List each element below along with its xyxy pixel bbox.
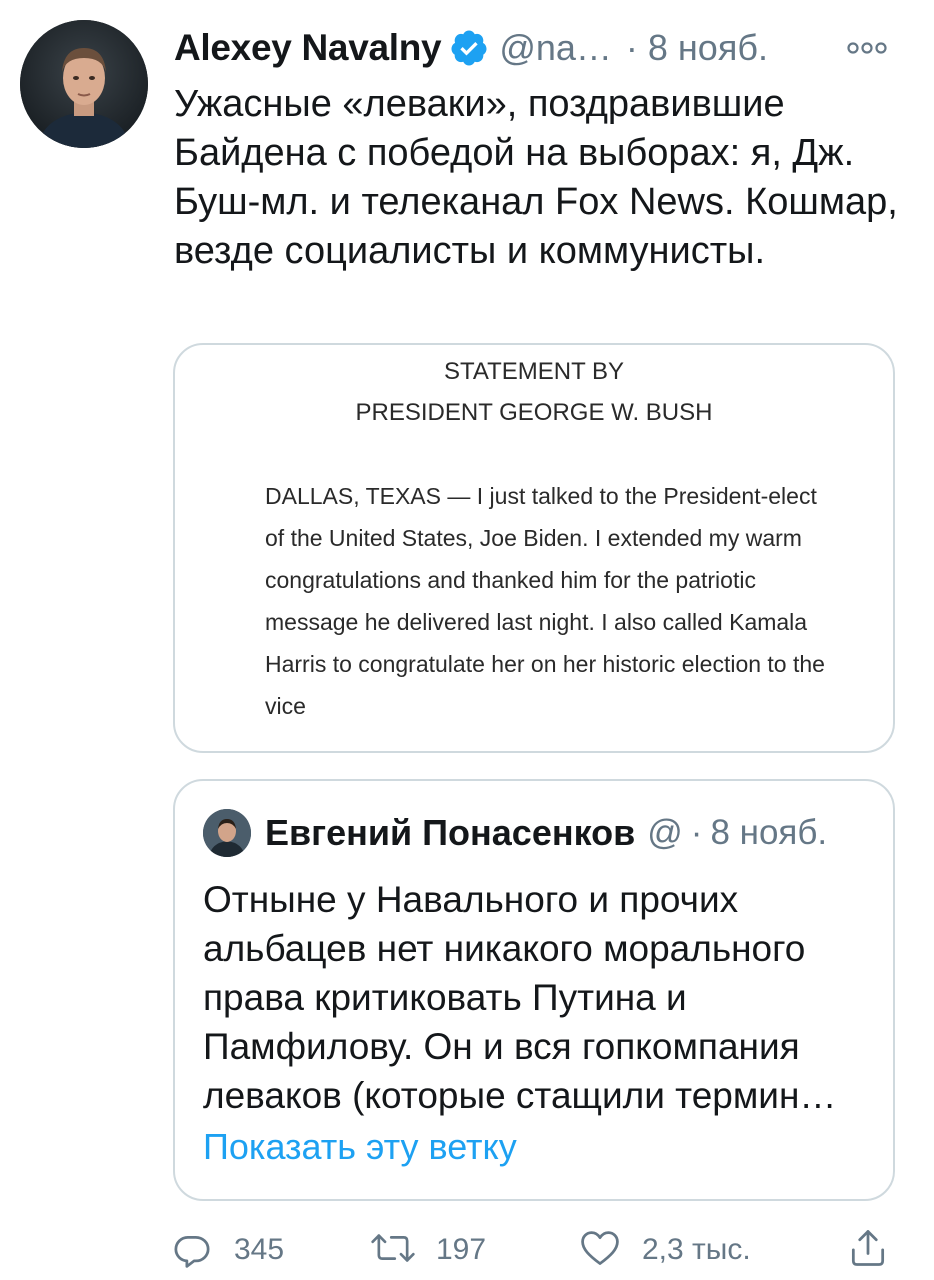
tweet-header: Alexey Navalny @na… · 8 нояб. [174,20,914,76]
tweet-text: Ужасные «леваки», поздравившие Байдена с… [174,83,898,272]
verified-badge-icon [449,28,489,68]
quote-avatar-image [203,809,251,857]
quote-date[interactable]: 8 нояб. [710,813,827,853]
heart-icon [578,1226,622,1275]
reply-icon [170,1226,214,1275]
quote-author-avatar[interactable] [203,809,251,857]
tweet-actions: 345 197 2,3 тыс. [170,1222,910,1278]
statement-title-line-2: PRESIDENT GEORGE W. BUSH [355,399,713,426]
show-thread-link[interactable]: Показать эту ветку [203,1126,517,1168]
author-name[interactable]: Alexey Navalny [174,27,442,69]
author-handle[interactable]: @na… [499,27,612,69]
author-avatar[interactable] [20,20,148,148]
share-button[interactable] [846,1222,890,1278]
tweet-date[interactable]: 8 нояб. [648,27,768,69]
quoted-tweet[interactable]: Евгений Понасенков @ · 8 нояб. Отныне у … [173,779,895,1201]
retweet-button[interactable]: 197 [370,1222,486,1278]
quote-text: Отныне у Навального и прочих альбацев не… [203,879,837,1116]
quote-author-handle[interactable]: @ [647,813,683,853]
attached-image[interactable]: STATEMENT BY PRESIDENT GEORGE W. BUSH DA… [173,343,895,753]
reply-count: 345 [234,1233,285,1266]
statement-title-line-1: STATEMENT BY [443,358,625,385]
avatar-image [20,20,148,148]
retweet-count: 197 [436,1233,487,1266]
quote-author-name[interactable]: Евгений Понасенков [265,812,635,854]
statement-title: STATEMENT BY PRESIDENT GEORGE W. BUSH [175,351,893,433]
more-options-icon[interactable] [842,33,892,63]
statement-body: DALLAS, TEXAS — I just talked to the Pre… [265,483,825,719]
quote-header: Евгений Понасенков @ · 8 нояб. [265,805,873,861]
share-icon [846,1226,890,1275]
reply-button[interactable]: 345 [170,1222,284,1278]
separator-dot: · [625,27,638,68]
quote-separator-dot: · [690,813,703,852]
like-count: 2,3 тыс. [642,1233,751,1266]
retweet-icon [370,1226,416,1275]
like-button[interactable]: 2,3 тыс. [578,1222,751,1278]
